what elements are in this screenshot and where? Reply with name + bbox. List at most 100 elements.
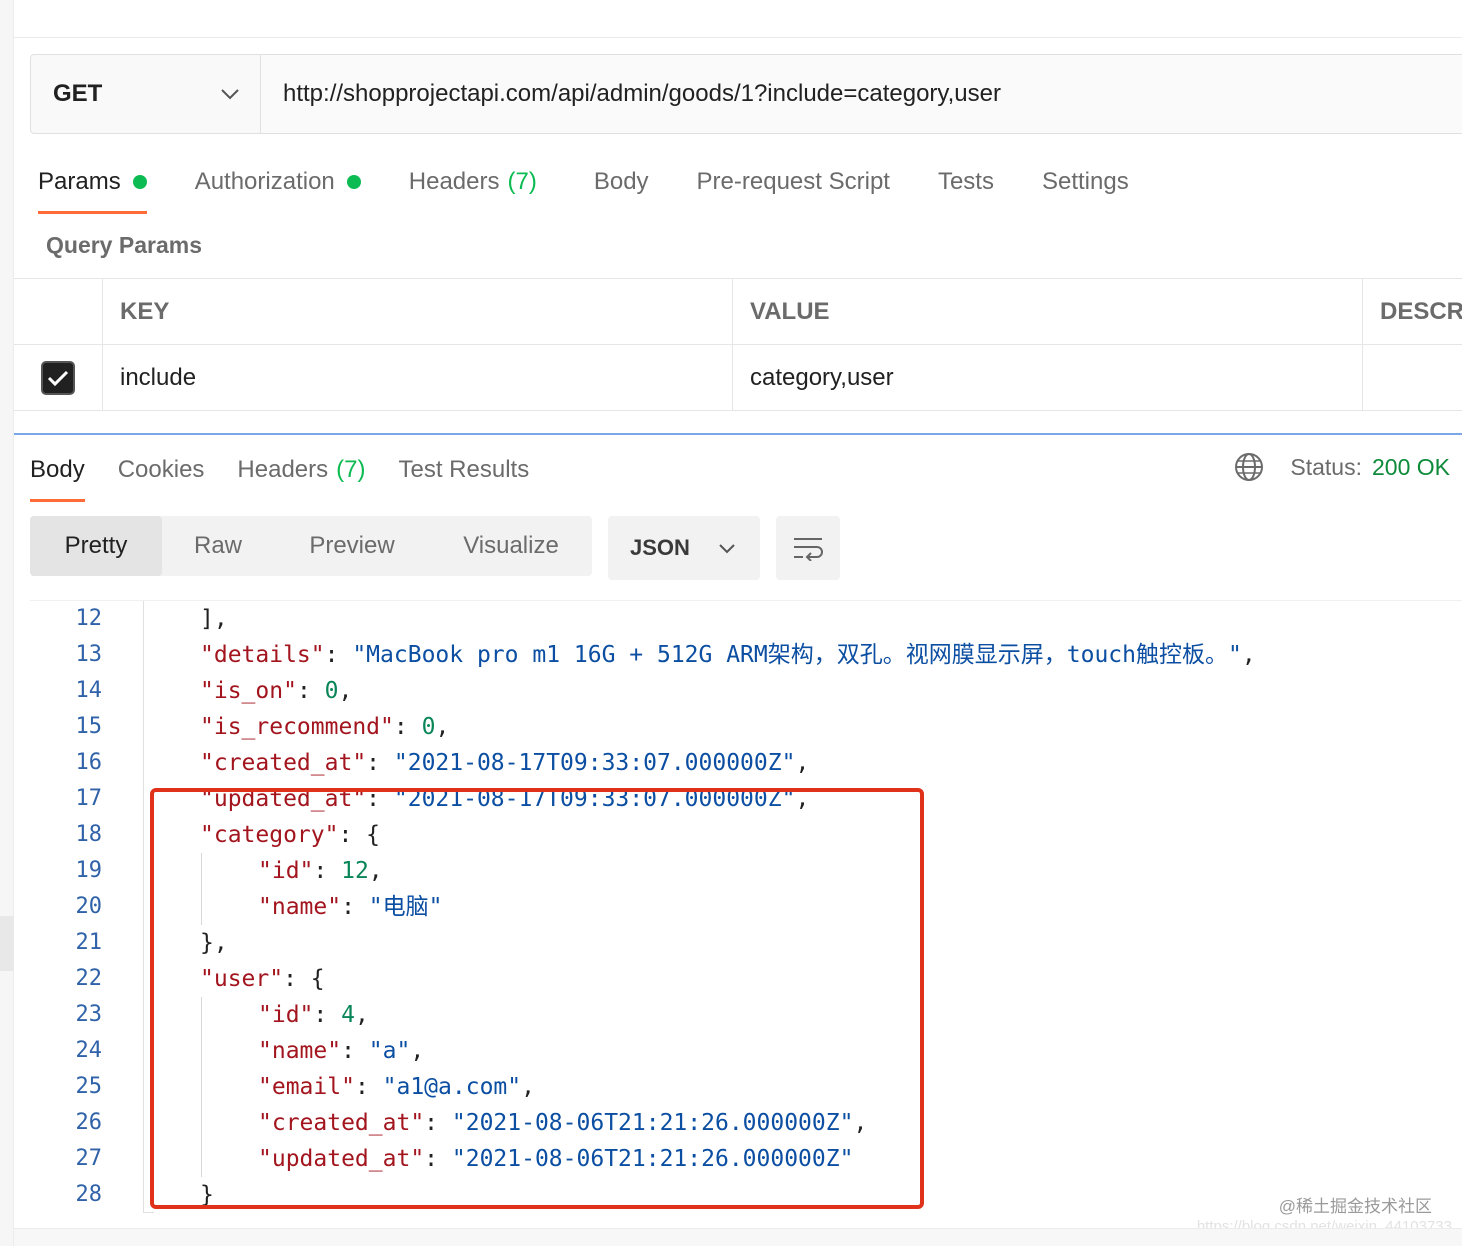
left-sidebar-edge [0, 0, 14, 1246]
tab-params[interactable]: Params [38, 160, 147, 214]
tab-headers[interactable]: Headers (7) [409, 160, 537, 204]
response-status: Status: 200 OK [1234, 452, 1450, 482]
json-key: "is_on" [200, 678, 297, 704]
tab-cookies-label: Cookies [117, 456, 205, 483]
tab-body[interactable]: Body [594, 160, 649, 204]
request-url-bar: GET http://shopprojectapi.com/api/admin/… [30, 54, 1462, 134]
tab-pre-request-script[interactable]: Pre-request Script [697, 160, 890, 204]
json-punctuation: , [795, 786, 810, 812]
view-mode-pretty[interactable]: Pretty [30, 516, 162, 576]
json-punctuation: , [1241, 642, 1256, 668]
line-number: 27 [75, 1146, 103, 1171]
json-punctuation: , [435, 714, 450, 740]
json-number: 4 [341, 1002, 355, 1028]
json-string: "a1@a.com" [382, 1074, 522, 1100]
json-punctuation: : { [283, 966, 325, 992]
tab-response-body-label: Body [30, 456, 85, 483]
line-number: 18 [75, 822, 103, 847]
json-key: "id" [258, 1002, 314, 1028]
pane-divider[interactable] [14, 411, 1462, 435]
json-punctuation: : [313, 858, 342, 884]
globe-icon[interactable] [1234, 452, 1264, 482]
json-key: "name" [258, 1038, 342, 1064]
json-key: "updated_at" [258, 1146, 425, 1172]
json-punctuation: , [338, 678, 353, 704]
code-line: "id": 4, [258, 997, 369, 1033]
wrap-lines-icon [794, 538, 823, 561]
line-number: 25 [75, 1074, 103, 1099]
json-key: "email" [258, 1074, 355, 1100]
status-label: Status: [1290, 453, 1362, 480]
code-line: "email": "a1@a.com", [258, 1069, 535, 1105]
tab-cookies[interactable]: Cookies [118, 448, 205, 492]
json-string: "2021-08-17T09:33:07.000000Z" [393, 786, 796, 812]
code-line: "name": "电脑" [258, 889, 443, 925]
line-number-gutter [143, 601, 154, 1213]
json-punctuation: , [795, 750, 810, 776]
json-punctuation: : [424, 1110, 452, 1136]
tab-response-body[interactable]: Body [30, 448, 85, 502]
tab-tests-label: Tests [937, 168, 994, 195]
line-number: 19 [75, 858, 103, 883]
indent-guide [201, 853, 202, 925]
tab-params-label: Params [38, 168, 121, 195]
chevron-down-icon [719, 543, 735, 553]
json-punctuation: : [324, 642, 353, 668]
query-params-title: Query Params [46, 232, 202, 258]
param-value-field[interactable]: category,user [733, 345, 1363, 410]
view-mode-raw[interactable]: Raw [162, 516, 274, 576]
url-input[interactable]: http://shopprojectapi.com/api/admin/good… [261, 55, 1462, 133]
row-check-cell [14, 345, 103, 410]
param-key-field[interactable]: include [103, 345, 733, 410]
param-description-field[interactable] [1363, 345, 1462, 410]
json-punctuation: : [296, 678, 325, 704]
json-key: "created_at" [200, 750, 367, 776]
top-strip [14, 0, 1462, 38]
line-number: 23 [75, 1002, 103, 1027]
tab-authorization[interactable]: Authorization [195, 160, 361, 204]
json-punctuation: : [354, 1074, 383, 1100]
line-number: 24 [75, 1038, 103, 1063]
param-enabled-checkbox[interactable] [41, 360, 75, 395]
tab-settings[interactable]: Settings [1042, 160, 1129, 204]
line-number: 14 [75, 678, 103, 703]
method-select[interactable]: GET [31, 55, 261, 133]
tab-tests[interactable]: Tests [938, 160, 994, 204]
json-punctuation: , [410, 1038, 425, 1064]
view-mode-preview[interactable]: Preview [274, 516, 430, 576]
status-value: 200 OK [1372, 453, 1450, 480]
response-body-code[interactable]: 12], 13 "details": "MacBook pro m1 16G + 5… [30, 600, 1462, 1216]
indent-guide [201, 997, 202, 1177]
code-line: "category": { [200, 817, 380, 853]
json-key: "id" [258, 858, 314, 884]
tab-test-results-label: Test Results [398, 456, 530, 483]
json-punctuation: }, [200, 930, 228, 956]
column-header-description: DESCR [1380, 297, 1462, 325]
line-number: 20 [75, 894, 103, 919]
checkmark-icon [47, 370, 69, 386]
line-number: 12 [75, 606, 103, 631]
view-mode-visualize[interactable]: Visualize [430, 516, 592, 576]
json-string: "2021-08-06T21:21:26.000000Z" [451, 1110, 854, 1136]
json-string: "MacBook pro m1 16G + 512G ARM架构，双孔。视网膜显… [352, 642, 1242, 668]
tab-test-results[interactable]: Test Results [398, 448, 529, 492]
json-key: "is_recommend" [200, 714, 394, 740]
line-number: 21 [75, 930, 103, 955]
code-line: "user": { [200, 961, 325, 997]
code-line: "updated_at": "2021-08-17T09:33:07.00000… [200, 781, 809, 817]
tab-response-headers-count: (7) [336, 456, 366, 483]
tab-response-headers[interactable]: Headers (7) [237, 448, 365, 492]
sidebar-marker [0, 916, 14, 971]
json-key: "name" [258, 894, 342, 920]
watermark-juejin: @稀土掘金技术社区 [1278, 1197, 1432, 1216]
json-key: "category" [200, 822, 339, 848]
code-line: "details": "MacBook pro m1 16G + 512G AR… [200, 637, 1256, 673]
json-string: "2021-08-17T09:33:07.000000Z" [393, 750, 796, 776]
tab-headers-count: (7) [507, 168, 537, 195]
bottom-status-bar [14, 1228, 1462, 1246]
format-select[interactable]: JSON [608, 516, 760, 580]
json-punctuation: , [368, 858, 383, 884]
wrap-lines-button[interactable] [776, 516, 840, 580]
code-line: "created_at": "2021-08-17T09:33:07.00000… [200, 745, 809, 781]
code-line: "is_recommend": 0, [200, 709, 449, 745]
